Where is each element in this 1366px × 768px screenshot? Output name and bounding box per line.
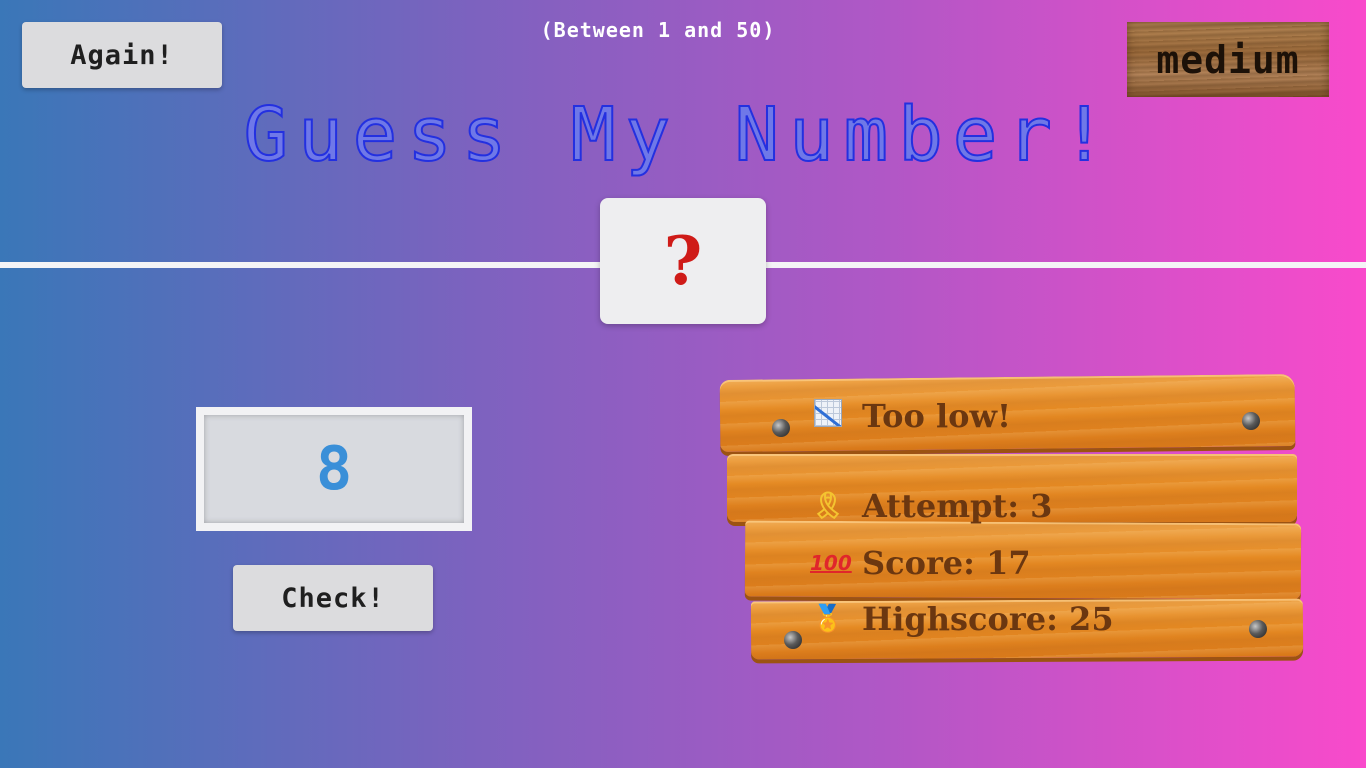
secret-number-box: ? bbox=[600, 198, 766, 324]
medal-icon: 🏅 bbox=[811, 604, 845, 634]
attempt-row: 🎗 Attempt: 3 bbox=[810, 487, 1052, 525]
nail-icon bbox=[1242, 412, 1260, 430]
guess-message: Too low! bbox=[810, 397, 1011, 435]
chart-decreasing-icon bbox=[810, 398, 846, 434]
hundred-points-icon: 100 bbox=[810, 551, 852, 575]
difficulty-label: medium bbox=[1156, 37, 1300, 82]
secret-number: ? bbox=[663, 222, 703, 300]
score-row: 100 Score: 17 bbox=[810, 544, 1031, 582]
attempt-label: Attempt: bbox=[862, 487, 1020, 525]
score-board: Too low! 🎗 Attempt: 3 100 Score: 17 🏅 Hi… bbox=[715, 372, 1310, 667]
score-value: 17 bbox=[986, 544, 1031, 582]
difficulty-selector[interactable]: medium bbox=[1127, 22, 1329, 97]
attempt-value: 3 bbox=[1030, 487, 1053, 525]
guess-input-frame bbox=[196, 407, 472, 531]
ribbon-icon: 🎗 bbox=[811, 491, 845, 521]
game-title: Guess My Number! bbox=[243, 91, 1117, 179]
nail-icon bbox=[784, 631, 802, 649]
number-range-text: (Between 1 and 50) bbox=[540, 18, 776, 42]
guess-message-text: Too low! bbox=[862, 397, 1012, 435]
score-label: Score: bbox=[862, 544, 975, 582]
highscore-value: 25 bbox=[1069, 600, 1114, 638]
nail-icon bbox=[772, 419, 790, 437]
highscore-label: Highscore: bbox=[862, 600, 1058, 638]
highscore-row: 🏅 Highscore: 25 bbox=[810, 600, 1114, 638]
check-button[interactable]: Check! bbox=[233, 565, 433, 631]
guess-input[interactable] bbox=[204, 415, 464, 523]
nail-icon bbox=[1249, 620, 1267, 638]
